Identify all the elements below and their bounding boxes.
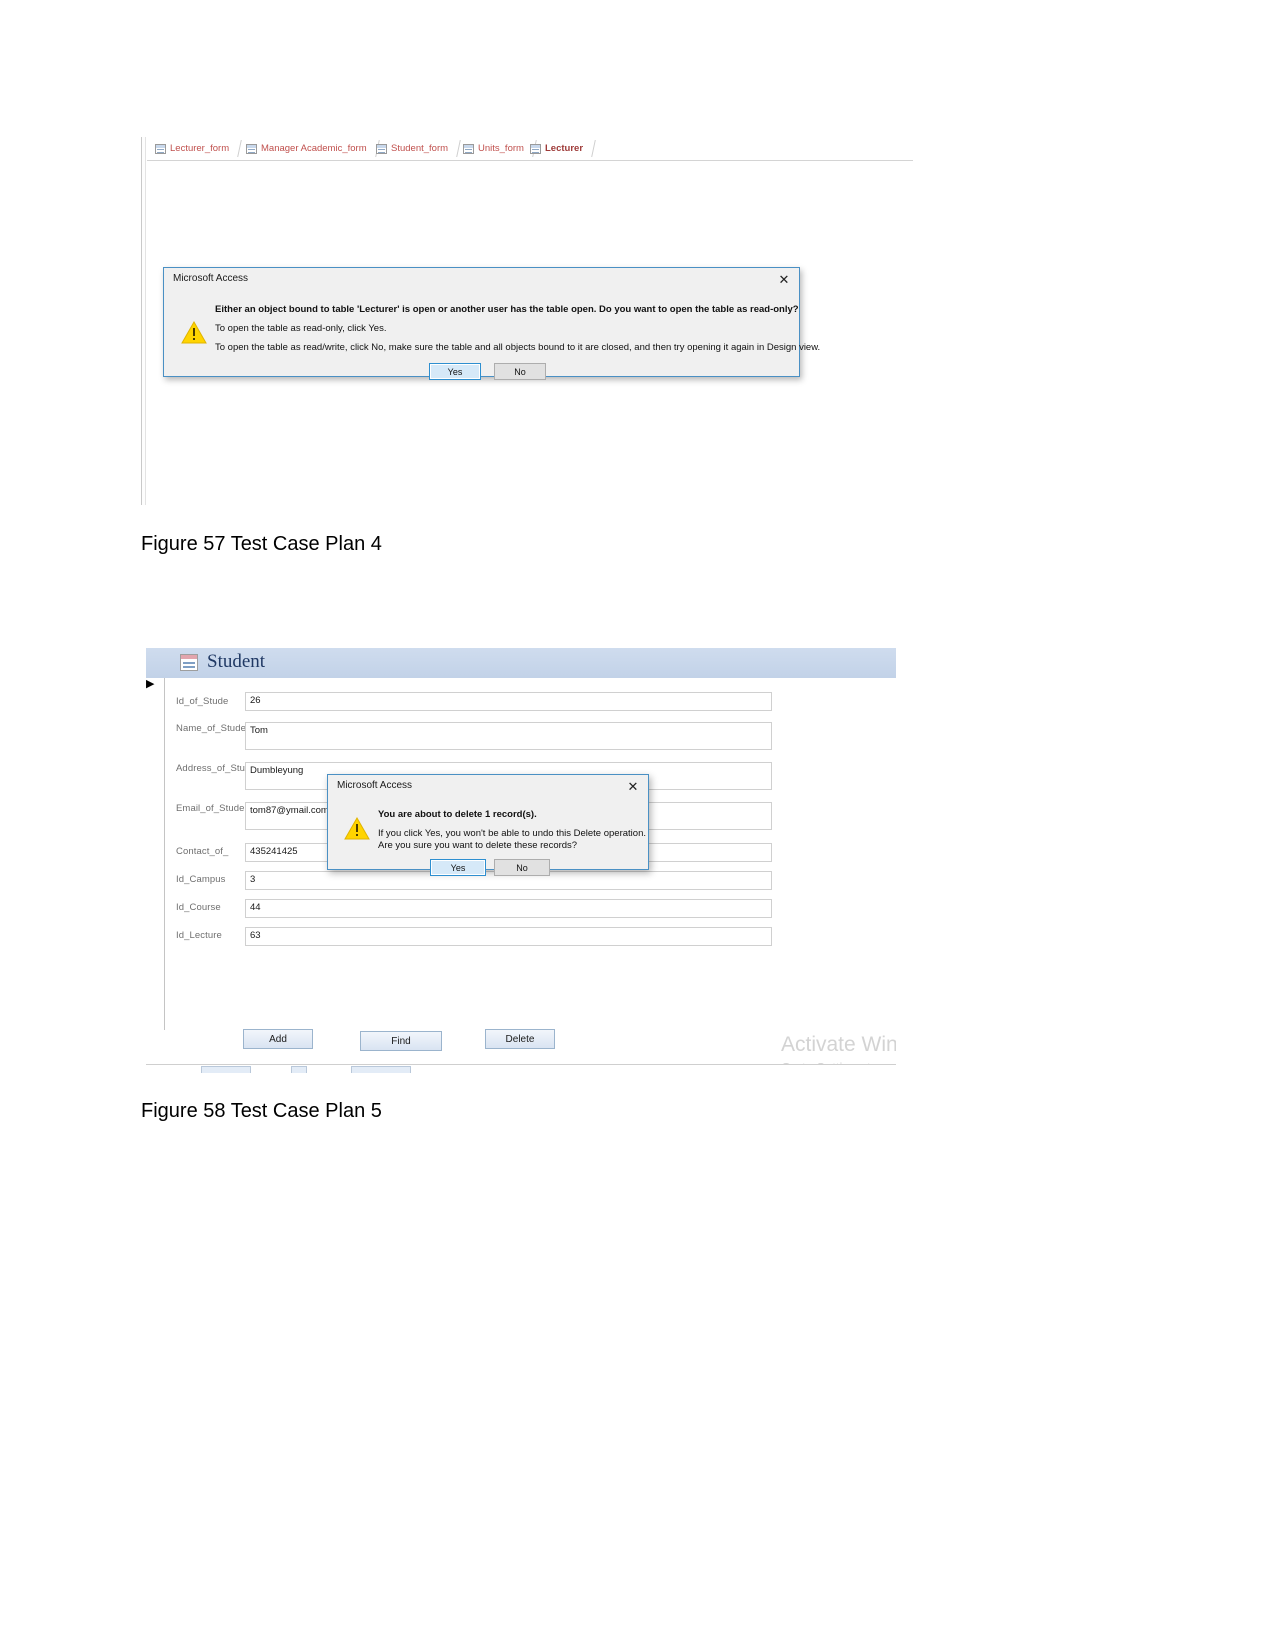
form-footer-edge [146, 1064, 896, 1073]
dialog-title: Microsoft Access [173, 273, 249, 284]
tab-label: Lecturer_form [170, 143, 230, 154]
delete-confirmation-dialog: Microsoft Access ✕ You are about to dele… [327, 774, 649, 876]
delete-button[interactable]: Delete [485, 1029, 555, 1049]
tab-separator [228, 140, 242, 157]
figure-58-caption: Figure 58 Test Case Plan 5 [141, 1100, 382, 1122]
dialog-title: Microsoft Access [337, 780, 413, 791]
dialog-title-bar: Microsoft Access ✕ [328, 775, 648, 799]
tab-student-form[interactable]: Student_form [372, 139, 461, 158]
form-table-icon [463, 143, 474, 154]
footer-button-shadow-2 [291, 1066, 307, 1073]
dialog-message-line-2: If you click Yes, you won't be able to u… [378, 828, 646, 839]
dialog-body: You are about to delete 1 record(s). If … [328, 799, 648, 876]
form-table-icon [246, 143, 257, 154]
yes-button[interactable]: Yes [430, 859, 486, 876]
dialog-title-bar: Microsoft Access ✕ [164, 268, 799, 292]
footer-button-shadow-1 [201, 1066, 251, 1073]
dialog-message-line-1: You are about to delete 1 record(s). [378, 809, 537, 820]
form-table-icon [155, 143, 166, 154]
record-selector-column[interactable] [146, 678, 165, 1030]
field-label: Id_Lecture [176, 930, 222, 941]
activate-windows-watermark-title: Activate Windows [781, 1033, 896, 1056]
figure-58-screenshot: Student ▶ Id_of_Stude 26 Name_of_Student… [141, 648, 896, 1073]
field-label: Contact_of_ [176, 846, 229, 857]
tab-label: Units_form [478, 143, 524, 154]
field-label: Name_of_Student [176, 723, 255, 734]
tab-units-form[interactable]: Units_form [459, 139, 537, 158]
dialog-message-line-3: Are you sure you want to delete these re… [378, 840, 578, 851]
dialog-message-line-1: Either an object bound to table 'Lecture… [215, 304, 799, 315]
tab-manager-academic-form[interactable]: Manager Academic_form [242, 139, 380, 158]
field-label: Id_Course [176, 902, 221, 913]
field-label: Address_of_Student [176, 763, 264, 774]
table-icon [530, 143, 541, 154]
form-table-icon [376, 143, 387, 154]
field-label: Id_of_Stude [176, 696, 229, 707]
record-arrow-icon: ▶ [146, 678, 155, 690]
navigation-pane-edge [141, 137, 146, 505]
yes-button[interactable]: Yes [429, 363, 481, 380]
dialog-body: Either an object bound to table 'Lecture… [164, 292, 820, 380]
tab-label: Manager Academic_form [261, 143, 367, 154]
no-button[interactable]: No [494, 363, 546, 380]
dialog-message-line-2: To open the table as read-only, click Ye… [215, 323, 387, 334]
student-form-title: Student [207, 651, 266, 672]
footer-button-shadow-3 [351, 1066, 411, 1073]
figure-57-screenshot: Lecturer_form Manager Academic_form Stud… [141, 137, 913, 505]
warning-triangle-icon [181, 321, 207, 344]
close-icon[interactable]: ✕ [769, 268, 799, 291]
figure-57-caption: Figure 57 Test Case Plan 4 [141, 533, 382, 555]
field-label: Email_of_Student [176, 803, 253, 814]
read-only-dialog: Microsoft Access ✕ Either an object boun… [163, 267, 820, 380]
field-value-input[interactable]: Tom [245, 722, 772, 750]
add-button[interactable]: Add [243, 1029, 313, 1049]
tab-lecturer-form[interactable]: Lecturer_form [151, 139, 242, 158]
document-tab-strip: Lecturer_form Manager Academic_form Stud… [147, 137, 913, 161]
tab-label: Student_form [391, 143, 449, 154]
field-label: Id_Campus [176, 874, 226, 885]
warning-triangle-icon [344, 817, 370, 840]
tab-label: Lecturer [545, 143, 584, 154]
find-button[interactable]: Find [360, 1031, 442, 1051]
close-icon[interactable]: ✕ [618, 775, 648, 798]
field-value-input[interactable]: 44 [245, 899, 772, 918]
tab-lecturer[interactable]: Lecturer [526, 139, 596, 158]
field-value-input[interactable]: 26 [245, 692, 772, 711]
field-value-input[interactable]: 63 [245, 927, 772, 946]
tab-separator [582, 140, 596, 157]
no-button[interactable]: No [494, 859, 550, 876]
dialog-message-line-3: To open the table as read/write, click N… [215, 342, 821, 353]
form-view-icon [180, 654, 198, 671]
